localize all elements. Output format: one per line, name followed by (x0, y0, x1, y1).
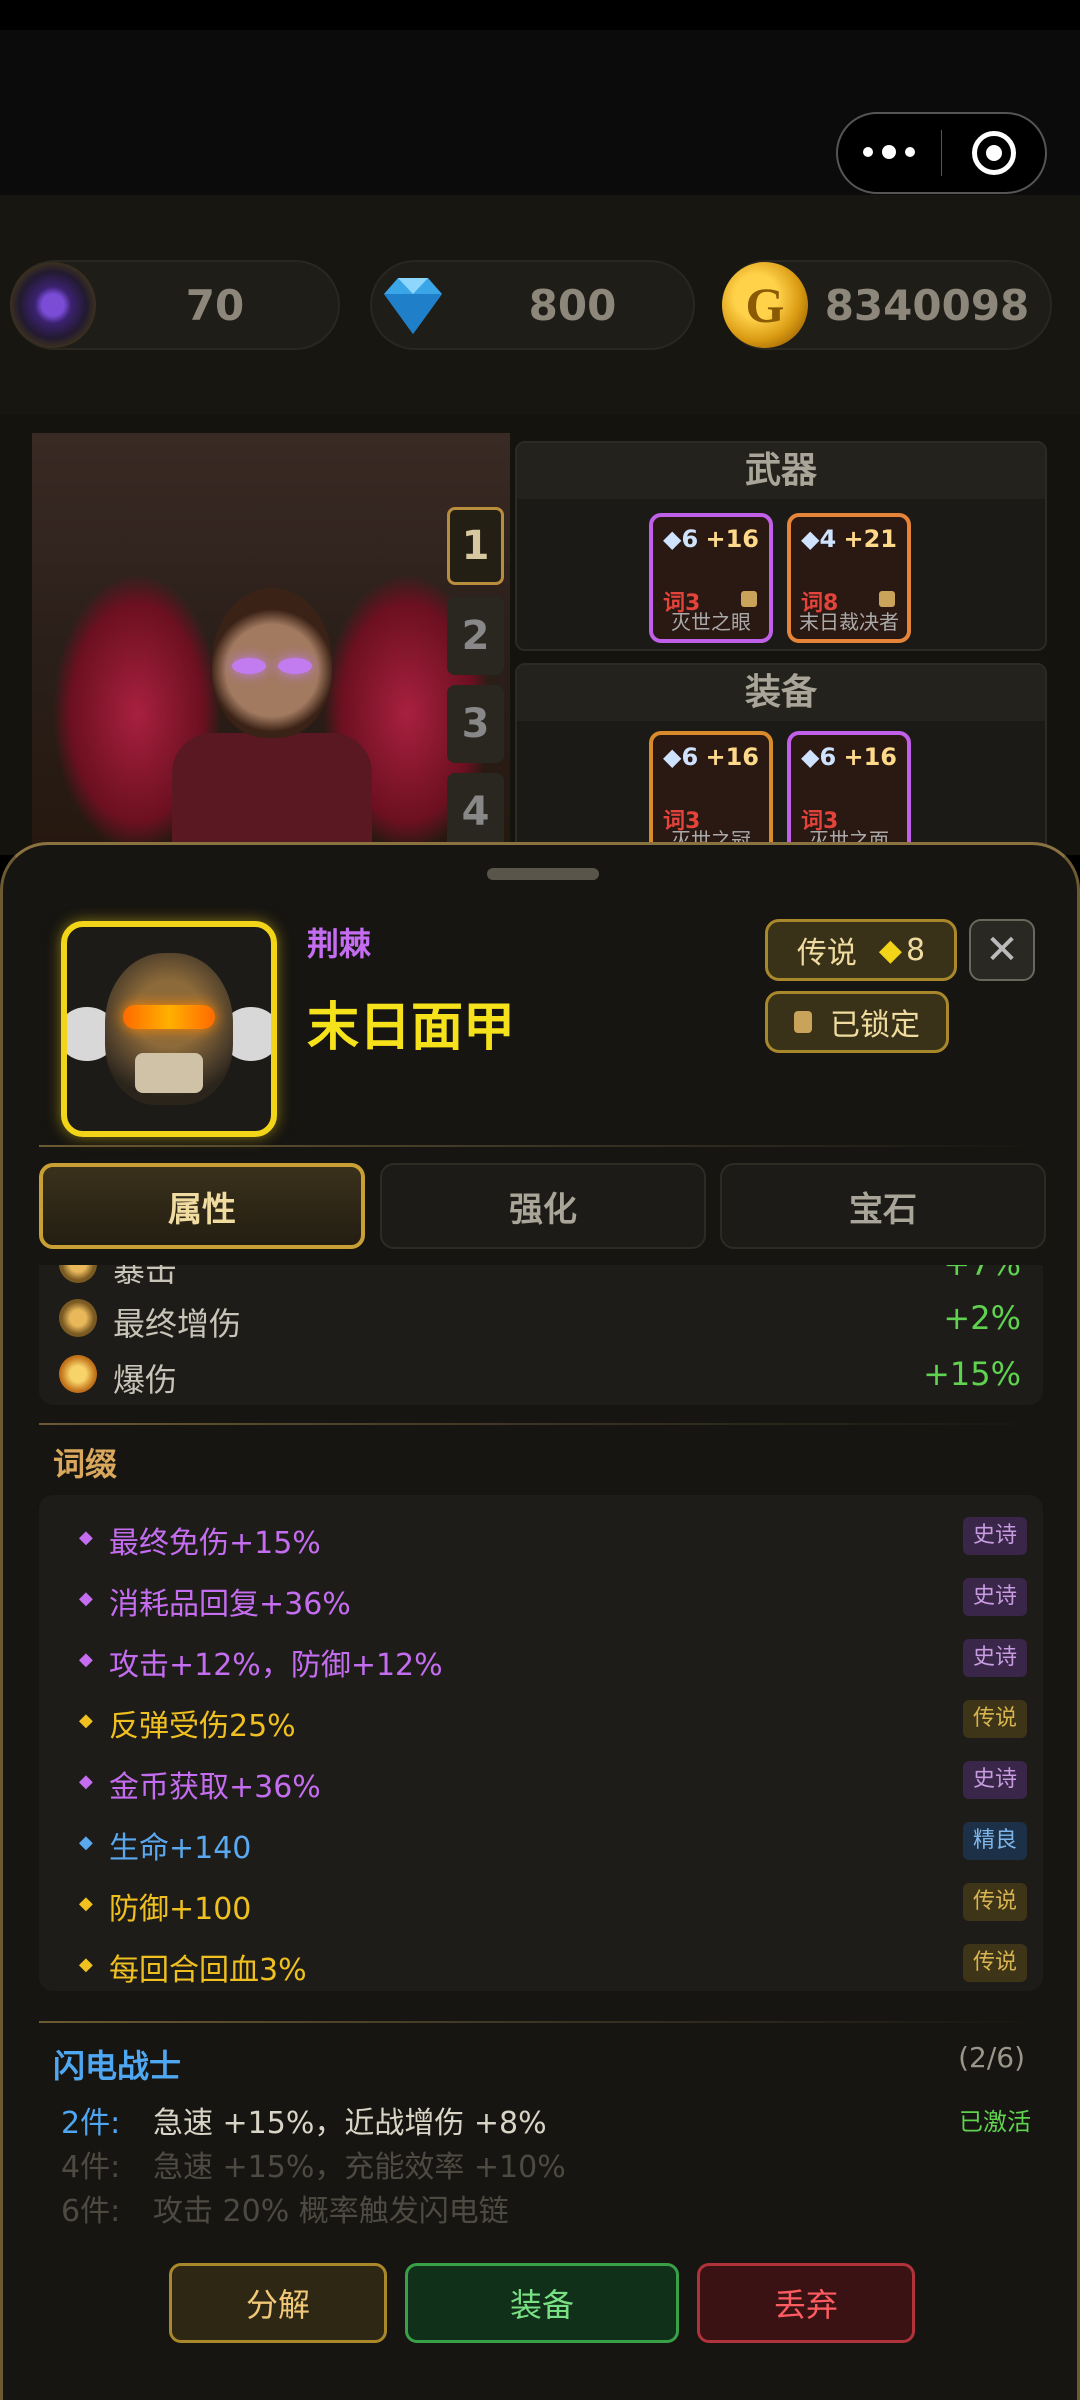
drag-handle[interactable] (487, 868, 599, 880)
doom-mask-icon (61, 921, 277, 1137)
affix-row: ◆ 防御+100 传说 (39, 1875, 1043, 1931)
affix-row: ◆ 攻击+12%，防御+12% 史诗 (39, 1631, 1043, 1687)
diamond-value: 800 (528, 280, 617, 330)
tab-gems[interactable]: 宝石 (720, 1163, 1046, 1249)
affix-list: ◆ 最终免伤+15% 史诗 ◆ 消耗品回复+36% 史诗 ◆ 攻击+12%，防御… (39, 1495, 1043, 1991)
diamond-icon: ◆ (878, 932, 902, 968)
header-divider (39, 1145, 1047, 1147)
set-bonus-row: 6件: 攻击 20% 概率触发闪电链 (61, 2194, 509, 2229)
tab-attributes[interactable]: 属性 (39, 1163, 365, 1249)
item-detail-sheet: 荆棘 末日面甲 传说◆8 已锁定 ✕ 属性 强化 宝石 暴击 +7% 最终增伤 … (0, 842, 1080, 2400)
crit-icon (59, 1265, 97, 1283)
diamond-bullet-icon: ◆ (79, 1954, 93, 1975)
mini-program-capsule (836, 112, 1047, 194)
diamond-bullet-icon: ◆ (79, 1710, 93, 1731)
weapon-panel: 武器 ◆6 +16 词3 灭世之眼 ◆4 +21 词8 末日裁决者 (515, 441, 1047, 651)
character-portrait (32, 433, 510, 855)
set-bonus-row: 2件: 急速 +15%，近战增伤 +8% 已激活 (61, 2098, 1041, 2142)
item-name: 末日面甲 (307, 998, 516, 1058)
damage-boost-icon (59, 1299, 97, 1337)
discard-button[interactable]: 丢弃 (697, 2263, 915, 2343)
item-affix-type: 荆棘 (307, 925, 372, 963)
loadout-slot-2[interactable]: 2 (447, 597, 504, 675)
gold-value: 8340098 (824, 280, 1030, 330)
loadout-slot-4[interactable]: 4 (447, 773, 504, 851)
loadout-slot-3[interactable]: 3 (447, 685, 504, 763)
tab-enhance[interactable]: 强化 (380, 1163, 706, 1249)
set-bonus-row: 4件: 急速 +15%，充能效率 +10% (61, 2150, 566, 2185)
status-bar (0, 0, 1080, 30)
set-bonus-status: 已激活 (959, 2108, 1031, 2136)
tier-tag: 精良 (962, 1822, 1027, 1860)
affix-row: ◆ 反弹受伤25% 传说 (39, 1692, 1043, 1748)
equip-panel-title: 装备 (517, 665, 1045, 721)
lock-toggle-button[interactable]: 已锁定 (765, 991, 949, 1053)
tier-tag: 传说 (962, 1700, 1027, 1738)
stat-row: 暴击 +7% (39, 1265, 1043, 1291)
tier-tag: 史诗 (962, 1517, 1027, 1555)
diamond-currency: 800 (370, 260, 695, 350)
more-menu-icon[interactable] (838, 145, 941, 159)
affix-row: ◆ 金币获取+36% 史诗 (39, 1753, 1043, 1809)
weapon-item-card[interactable]: ◆4 +21 词8 末日裁决者 (787, 513, 911, 643)
affix-row: ◆ 每回合回血3% 传说 (39, 1936, 1043, 1992)
affix-row: ◆ 最终免伤+15% 史诗 (39, 1509, 1043, 1565)
diamond-bullet-icon: ◆ (79, 1771, 93, 1792)
character-area: 1 2 3 4 武器 ◆6 +16 词3 灭世之眼 ◆4 +21 词8 末日裁决… (0, 415, 1080, 861)
tier-tag: 史诗 (962, 1761, 1027, 1799)
set-progress: (2/6) (958, 2041, 1025, 2074)
section-divider (39, 1423, 1047, 1425)
section-divider (39, 2021, 1047, 2023)
stat-row: 最终增伤 +2% (39, 1291, 1043, 1345)
tier-tag: 史诗 (962, 1639, 1027, 1677)
weapon-item-card[interactable]: ◆6 +16 词3 灭世之眼 (649, 513, 773, 643)
affix-row: ◆ 生命+140 精良 (39, 1814, 1043, 1870)
soul-orb-icon (10, 262, 96, 348)
disassemble-button[interactable]: 分解 (169, 2263, 387, 2343)
diamond-bullet-icon: ◆ (79, 1649, 93, 1670)
diamond-bullet-icon: ◆ (79, 1527, 93, 1548)
crit-damage-icon (59, 1355, 97, 1393)
affix-section-title: 词缀 (53, 1445, 118, 1483)
tier-tag: 史诗 (962, 1578, 1027, 1616)
stat-row: 爆伤 +15% (39, 1347, 1043, 1401)
lock-icon (879, 591, 895, 607)
gold-coin-icon: G (722, 262, 808, 348)
tier-tag: 传说 (962, 1944, 1027, 1982)
soul-value: 70 (185, 280, 245, 330)
currency-bar: 70 800 G 8340098 (0, 195, 1080, 415)
tier-tag: 传说 (962, 1883, 1027, 1921)
loadout-slot-1[interactable]: 1 (447, 507, 504, 585)
lock-icon (794, 1011, 812, 1033)
soul-currency: 70 (10, 260, 340, 350)
diamond-icon (370, 262, 456, 348)
equip-button[interactable]: 装备 (405, 2263, 679, 2343)
diamond-bullet-icon: ◆ (79, 1588, 93, 1609)
affix-row: ◆ 消耗品回复+36% 史诗 (39, 1570, 1043, 1626)
rarity-badge: 传说 ◆ 8 (765, 919, 957, 981)
diamond-bullet-icon: ◆ (79, 1832, 93, 1853)
lock-icon (741, 591, 757, 607)
equip-panel: 装备 ◆6 +16 词3 灭世之冠 ◆6 +16 词3 灭世之面 (515, 663, 1047, 861)
weapon-panel-title: 武器 (517, 443, 1045, 499)
set-name: 闪电战士 (53, 2047, 182, 2085)
close-program-icon[interactable] (942, 131, 1045, 175)
gold-currency: G 8340098 (722, 260, 1052, 350)
attribute-list: 暴击 +7% 最终增伤 +2% 爆伤 +15% (39, 1265, 1043, 1405)
diamond-bullet-icon: ◆ (79, 1893, 93, 1914)
close-button[interactable]: ✕ (969, 919, 1035, 981)
